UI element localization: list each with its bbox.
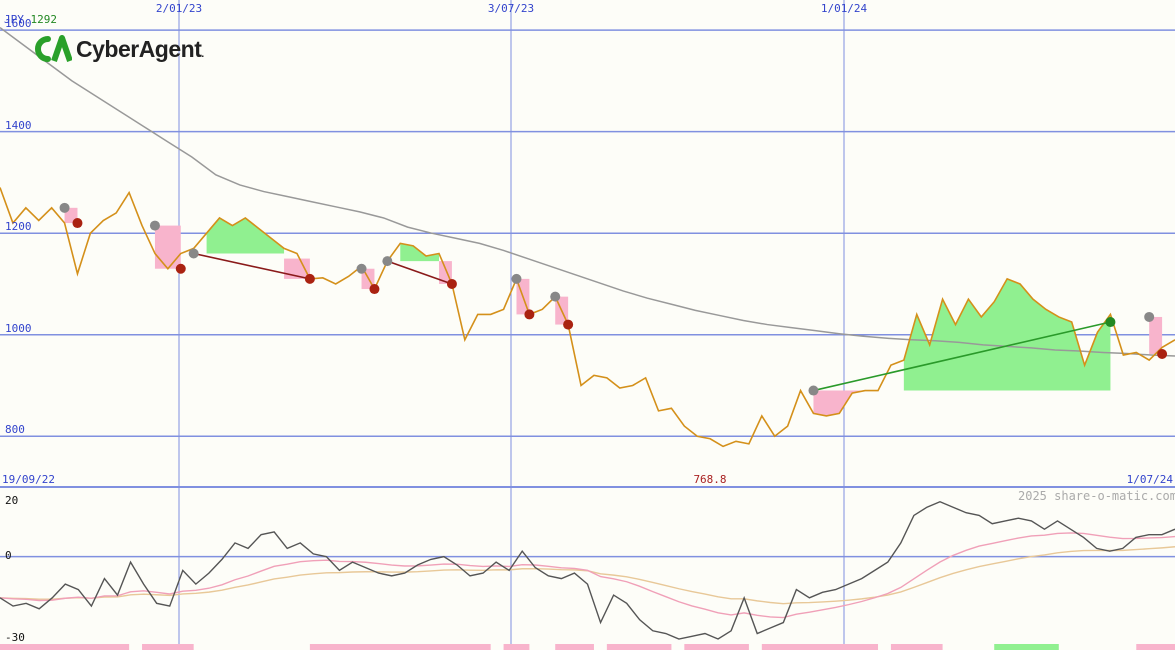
high-marker-6 — [550, 291, 561, 302]
high-marker-8 — [1144, 311, 1155, 322]
x-top-label-2: 1/01/24 — [820, 2, 868, 15]
low-marker-6 — [563, 319, 574, 330]
high-marker-4 — [382, 256, 393, 267]
low-marker-5 — [524, 309, 535, 320]
logo-registered: . — [201, 48, 204, 60]
osc-slow-line — [0, 546, 1175, 605]
low-marker-0 — [72, 218, 83, 229]
watermark: 2025 share-o-matic.com — [1018, 489, 1175, 503]
volume-down-0 — [0, 644, 130, 650]
high-marker-7 — [808, 385, 819, 396]
osc-fast-line — [0, 532, 1175, 619]
volume-down-7 — [761, 644, 879, 650]
volume-down-4 — [555, 644, 594, 650]
volume-down-3 — [503, 644, 530, 650]
x-top-label-0: 2/01/23 — [155, 2, 203, 15]
y-tick-1400: 1400 — [5, 118, 32, 132]
x-start-label: 19/09/22 — [2, 473, 55, 486]
osc-tick-20: 20 — [5, 493, 19, 507]
high-marker-3 — [356, 263, 367, 274]
up-fill-zone-1 — [206, 217, 285, 254]
high-marker-2 — [188, 248, 199, 259]
low-annotation: 768.8 — [693, 473, 727, 486]
y-tick-1000: 1000 — [5, 321, 32, 335]
chart-canvas — [0, 0, 1175, 650]
x-top-label-1: 3/07/23 — [487, 2, 535, 15]
down-drop-1 — [154, 225, 181, 269]
logo-text: CyberAgent. — [76, 36, 204, 63]
volume-down-2 — [309, 644, 491, 650]
volume-down-9 — [1136, 644, 1175, 650]
high-marker-1 — [149, 220, 160, 231]
cyberagent-logo-mark-icon — [35, 35, 72, 62]
x-end-label: 1/07/24 — [1126, 473, 1173, 486]
logo-word: CyberAgent — [76, 35, 202, 62]
osc-tick--30: -30 — [5, 631, 25, 645]
volume-down-1 — [142, 644, 194, 650]
low-marker-4 — [446, 278, 457, 289]
volume-down-8 — [890, 644, 943, 650]
y-tick-800: 800 — [5, 423, 25, 437]
volume-up-0 — [994, 644, 1059, 650]
high-marker-0 — [59, 202, 70, 213]
volume-down-5 — [606, 644, 672, 650]
y-tick-1600: 1600 — [5, 17, 32, 31]
osc-tick-0: 0 — [5, 548, 12, 562]
buy-marker-0 — [1105, 317, 1116, 328]
y-tick-1200: 1200 — [5, 220, 32, 234]
low-marker-7 — [1157, 349, 1168, 360]
low-marker-2 — [304, 273, 315, 284]
low-marker-3 — [369, 284, 380, 295]
low-marker-1 — [175, 263, 186, 274]
high-marker-5 — [511, 273, 522, 284]
last-price: 1292 — [30, 13, 58, 26]
volume-down-6 — [684, 644, 749, 650]
up-fill-zone-2 — [400, 243, 440, 262]
company-logo: CyberAgent. — [34, 34, 204, 64]
price-chart: JPY 1292 CyberAgent. 2025 share-o-matic.… — [0, 0, 1175, 650]
